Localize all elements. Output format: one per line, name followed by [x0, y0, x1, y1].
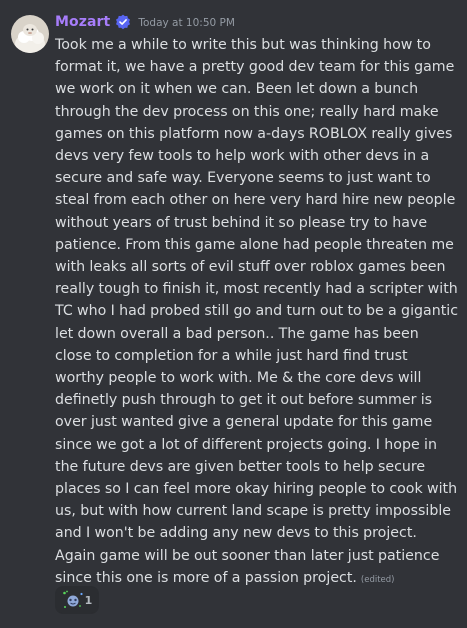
username[interactable]: Mozart: [55, 14, 110, 30]
avatar[interactable]: [11, 15, 49, 53]
party-emoji-icon: [62, 590, 83, 608]
verified-badge-icon: [116, 14, 131, 30]
sheep-avatar-icon: [11, 15, 49, 53]
timestamp[interactable]: Today at 10:50 PM: [138, 17, 235, 29]
edited-label[interactable]: (edited): [361, 575, 395, 585]
message-header: Mozart Today at 10:50 PM: [55, 11, 235, 33]
reaction-button[interactable]: 1: [55, 586, 99, 614]
reaction-count: 1: [84, 593, 93, 607]
message-text: Took me a while to write this but was th…: [55, 37, 459, 586]
chat-message: Mozart Today at 10:50 PM Took me a while…: [0, 0, 467, 628]
message-content: Took me a while to write this but was th…: [55, 34, 459, 591]
